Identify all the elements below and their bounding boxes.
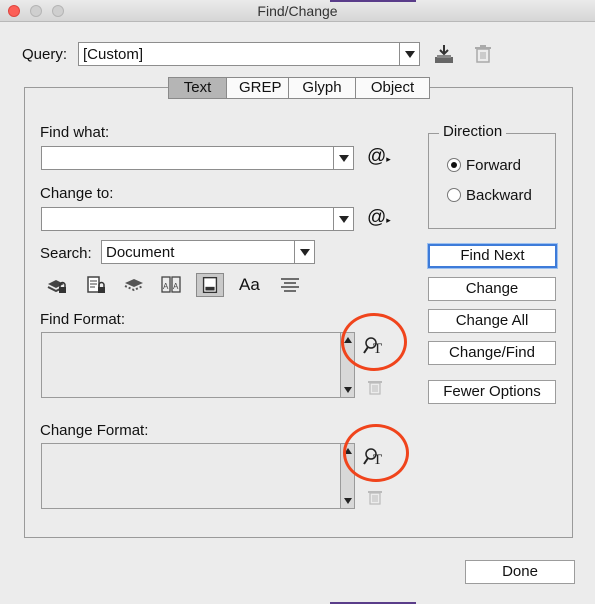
change-all-button[interactable]: Change All <box>428 309 556 333</box>
title-bar[interactable]: Find/Change <box>0 0 595 22</box>
direction-group: Direction <box>428 123 556 229</box>
find-format-box[interactable] <box>41 332 355 398</box>
chevron-down-icon[interactable] <box>333 147 353 169</box>
fewer-options-button[interactable]: Fewer Options <box>428 380 556 404</box>
direction-legend: Direction <box>439 123 507 140</box>
svg-text:A: A <box>173 282 179 291</box>
change-button[interactable]: Change <box>428 277 556 301</box>
at-sign-icon: @ <box>367 207 387 228</box>
svg-text:A: A <box>163 282 169 291</box>
scroll-down-icon[interactable] <box>344 498 352 504</box>
backward-radio[interactable] <box>447 188 461 202</box>
special-characters-change-icon[interactable]: @▸ <box>367 207 391 229</box>
delete-query-icon[interactable] <box>474 44 492 64</box>
save-query-icon[interactable] <box>433 43 455 65</box>
include-locked-layers-icon[interactable] <box>46 274 68 296</box>
backward-label[interactable]: Backward <box>466 187 532 204</box>
query-dropdown[interactable]: [Custom] <box>78 42 420 66</box>
change-format-box[interactable] <box>41 443 355 509</box>
find-what-input[interactable] <box>41 146 354 170</box>
change-find-button[interactable]: Change/Find <box>428 341 556 365</box>
tab-glyph[interactable]: Glyph <box>288 78 355 98</box>
highlight-circle-find-format <box>341 313 407 371</box>
include-locked-stories-icon[interactable] <box>85 274 107 296</box>
chevron-down-icon[interactable] <box>399 43 419 65</box>
special-characters-find-icon[interactable]: @▸ <box>367 146 391 168</box>
whole-word-icon[interactable] <box>279 274 301 296</box>
chevron-down-icon[interactable] <box>333 208 353 230</box>
search-label: Search: <box>40 245 92 262</box>
highlight-circle-change-format <box>343 424 409 482</box>
clear-change-format-icon[interactable] <box>367 489 383 505</box>
at-sign-icon: @ <box>367 146 387 167</box>
done-button[interactable]: Done <box>465 560 575 584</box>
forward-radio[interactable] <box>447 158 461 172</box>
tab-text[interactable]: Text <box>169 78 226 98</box>
change-to-label: Change to: <box>40 185 114 202</box>
case-sensitive-icon[interactable]: Aa <box>239 275 260 295</box>
find-change-dialog: Find/Change Query: [Custom] Text GREP Gl… <box>0 0 595 604</box>
background-window-edge <box>330 0 416 2</box>
search-scope-value: Document <box>106 244 175 261</box>
forward-label[interactable]: Forward <box>466 157 521 174</box>
include-master-pages-icon[interactable]: A A <box>160 274 182 296</box>
chevron-down-icon[interactable] <box>294 241 314 263</box>
query-value: [Custom] <box>83 46 144 63</box>
tab-object[interactable]: Object <box>355 78 429 98</box>
query-label: Query: <box>22 46 68 63</box>
change-format-label: Change Format: <box>40 422 149 439</box>
tab-bar: Text GREP Glyph Object <box>168 77 430 99</box>
include-hidden-layers-icon[interactable] <box>123 274 145 296</box>
change-to-input[interactable] <box>41 207 354 231</box>
scroll-down-icon[interactable] <box>344 387 352 393</box>
window-title: Find/Change <box>257 3 338 19</box>
find-next-button[interactable]: Find Next <box>428 244 557 268</box>
tab-grep[interactable]: GREP <box>226 78 288 98</box>
search-scope-dropdown[interactable]: Document <box>101 240 315 264</box>
find-what-label: Find what: <box>40 124 110 141</box>
include-footnotes-icon[interactable] <box>196 273 224 297</box>
find-format-label: Find Format: <box>40 311 126 328</box>
clear-find-format-icon[interactable] <box>367 379 383 395</box>
